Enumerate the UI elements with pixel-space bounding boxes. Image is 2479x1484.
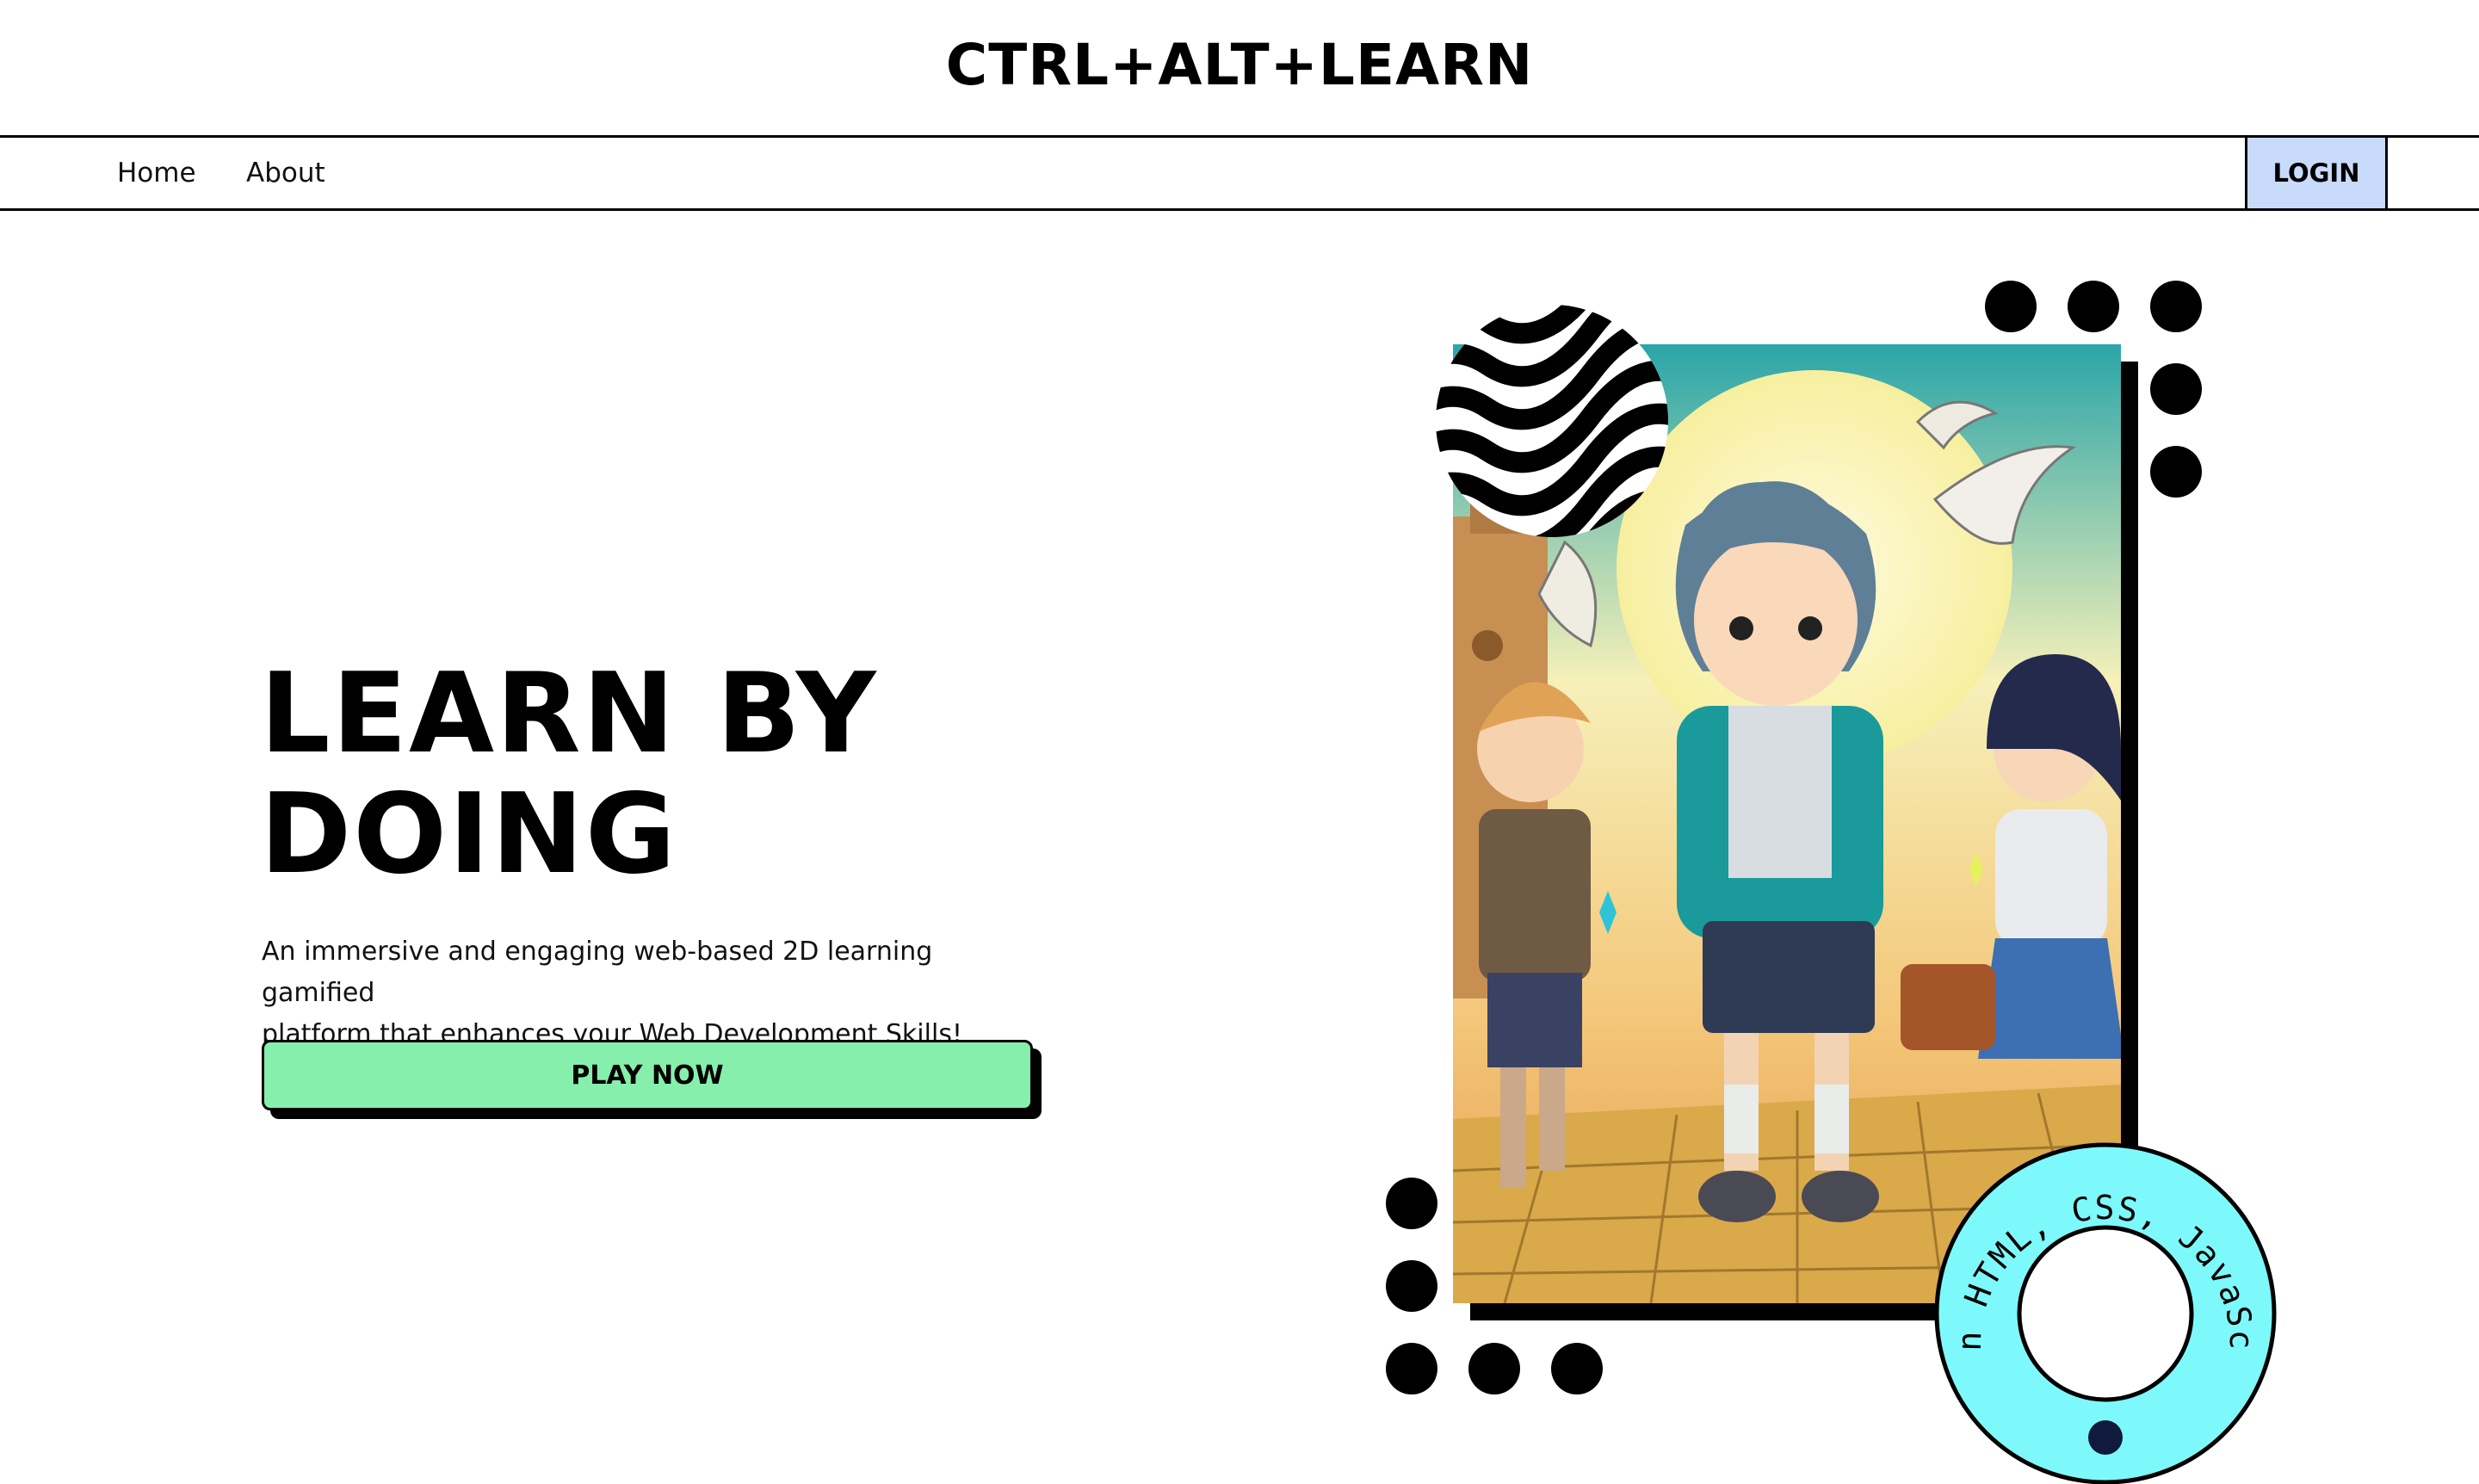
decor-dot: [1468, 1343, 1520, 1394]
decor-dot: [1386, 1260, 1437, 1312]
decor-dot: [2150, 363, 2202, 415]
decor-dot: [1551, 1343, 1603, 1394]
learn-badge: Learn HTML, CSS, JavaScript: [1933, 1141, 2277, 1484]
site-header: CTRL+ALT+LEARN: [0, 0, 2479, 138]
nav-about-link[interactable]: About: [246, 138, 325, 208]
decor-dot: [2150, 281, 2202, 332]
play-now-button[interactable]: PLAY NOW: [262, 1040, 1033, 1110]
brand-logo[interactable]: CTRL+ALT+LEARN: [946, 32, 1533, 98]
hero-title-line1: LEARN BY: [260, 650, 878, 778]
hero-description-line1: An immersive and engaging web-based 2D l…: [262, 937, 933, 1008]
badge-dot-icon: [2088, 1420, 2123, 1455]
decor-dot: [1386, 1178, 1437, 1229]
hero-title-line2: DOING: [260, 770, 677, 899]
nav-home-link[interactable]: Home: [117, 138, 196, 208]
decor-dot: [1985, 281, 2037, 332]
striped-circle-decoration: [1436, 305, 1668, 537]
hero-title: LEARN BY DOING: [260, 654, 1035, 895]
navbar: Home About LOGIN: [0, 138, 2479, 211]
decor-dot: [2150, 446, 2202, 498]
landing-page: CTRL+ALT+LEARN Home About LOGIN LEARN BY…: [0, 0, 2479, 1484]
decor-dot: [1386, 1343, 1437, 1394]
login-button[interactable]: LOGIN: [2245, 138, 2388, 208]
hero-description: An immersive and engaging web-based 2D l…: [262, 931, 1036, 1055]
decor-dot: [2068, 281, 2119, 332]
